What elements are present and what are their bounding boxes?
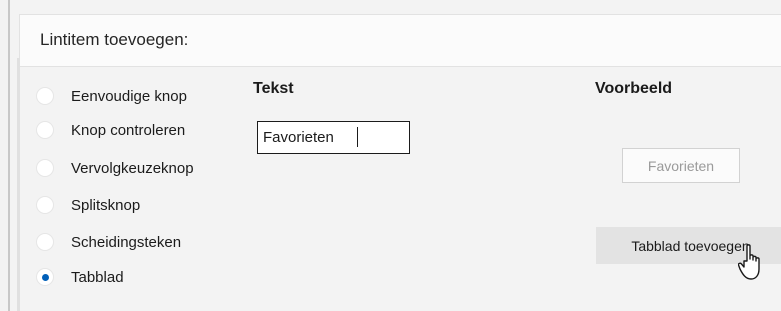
- radio-tabblad[interactable]: Tabblad: [36, 264, 124, 290]
- radio-vervolgkeuzeknop[interactable]: Vervolgkeuzeknop: [36, 155, 194, 181]
- preview-heading: Voorbeeld: [595, 80, 673, 97]
- radio-eenvoudige-knop[interactable]: Eenvoudige knop: [36, 83, 187, 109]
- radio-label: Eenvoudige knop: [71, 87, 187, 105]
- radio-label: Vervolgkeuzeknop: [71, 159, 194, 177]
- radio-knop-controleren[interactable]: Knop controleren: [36, 117, 185, 143]
- text-input[interactable]: [257, 121, 410, 154]
- radio-circle[interactable]: [36, 121, 54, 139]
- window-left-border: [8, 0, 10, 311]
- radio-circle[interactable]: [36, 159, 54, 177]
- radio-label: Scheidingsteken: [71, 233, 182, 251]
- radio-selected-dot: [41, 273, 49, 281]
- preview-button: Favorieten: [622, 148, 740, 183]
- radio-label: Knop controleren: [71, 121, 186, 139]
- radio-splitsknop[interactable]: Splitsknop: [36, 192, 140, 218]
- radio-circle[interactable]: [36, 196, 54, 214]
- radio-label: Splitsknop: [71, 196, 141, 214]
- panel-header: Lintitem toevoegen:: [19, 14, 781, 67]
- radio-circle[interactable]: [36, 87, 54, 105]
- radio-circle[interactable]: [36, 233, 54, 251]
- hand-pointer-icon: [738, 244, 760, 280]
- text-heading: Tekst: [253, 80, 294, 97]
- text-caret: [357, 127, 358, 147]
- panel-divider: [17, 58, 20, 311]
- radio-scheidingsteken[interactable]: Scheidingsteken: [36, 229, 181, 255]
- radio-circle-selected[interactable]: [36, 268, 54, 286]
- panel-title: Lintitem toevoegen:: [40, 30, 189, 49]
- radio-label: Tabblad: [71, 268, 124, 286]
